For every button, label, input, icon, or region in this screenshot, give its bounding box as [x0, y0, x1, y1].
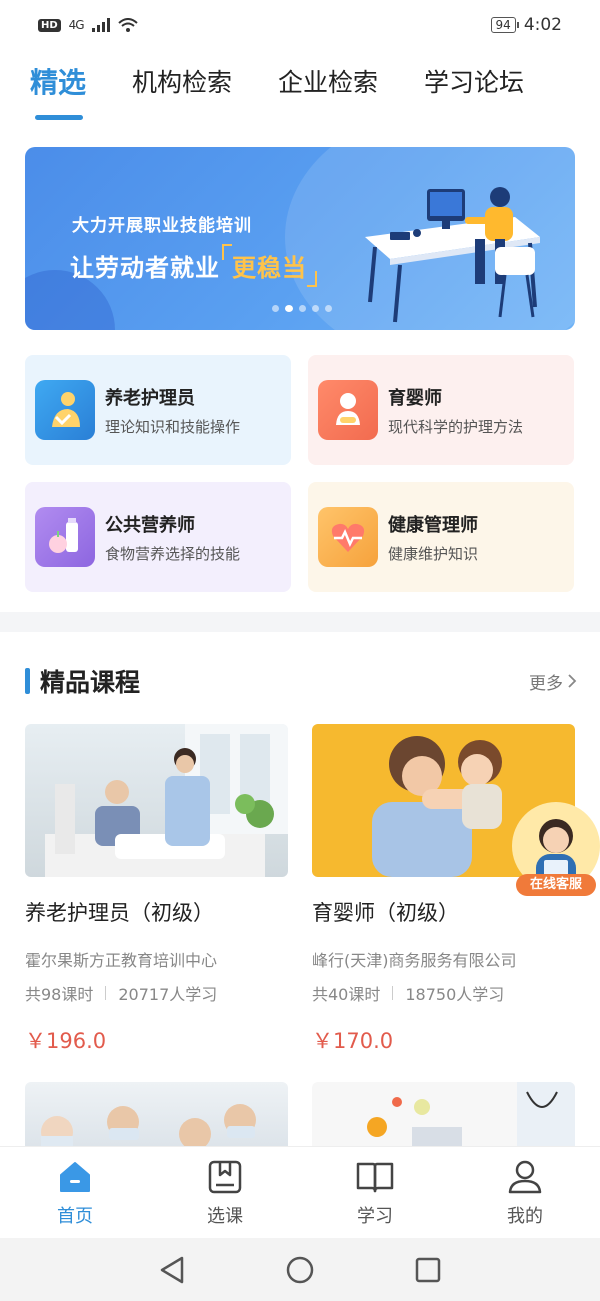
- system-nav-bar: [0, 1238, 600, 1301]
- section-title: 精品课程: [40, 668, 141, 697]
- category-title: 公共营养师: [105, 514, 195, 536]
- course-learners: 18750人学习: [405, 985, 505, 1004]
- worker-at-desk-illustration: [365, 187, 540, 323]
- status-left: HD 4G: [38, 18, 138, 32]
- course-price: ￥196.0: [25, 1029, 107, 1053]
- nutrition-icon: [35, 507, 95, 567]
- course-image-partial[interactable]: [312, 1082, 575, 1146]
- top-tabs: 精选 机构检索 企业检索 学习论坛: [30, 58, 524, 124]
- back-triangle-icon[interactable]: [152, 1250, 192, 1290]
- course-learners: 20717人学习: [118, 985, 218, 1004]
- home-icon: [56, 1158, 94, 1196]
- promo-banner[interactable]: 大力开展职业技能培训 让劳动者就业 更稳当: [25, 147, 575, 330]
- course-meta: 共98课时 20717人学习: [25, 981, 288, 1005]
- category-health-manager[interactable]: 健康管理师 健康维护知识: [308, 482, 574, 592]
- elder-care-icon: [35, 380, 95, 440]
- course-title: 育婴师（初级）: [312, 901, 459, 925]
- category-title: 养老护理员: [105, 387, 195, 409]
- banner-pagination: [272, 305, 332, 312]
- tab-featured[interactable]: 精选: [30, 58, 86, 120]
- course-hours: 共40课时: [312, 985, 381, 1004]
- category-elder-care[interactable]: 养老护理员 理论知识和技能操作: [25, 355, 291, 465]
- nav-label: 首页: [57, 1205, 93, 1227]
- nav-home[interactable]: 首页: [0, 1147, 150, 1238]
- wifi-icon: [117, 18, 138, 32]
- category-text: 健康管理师 健康维护知识: [388, 511, 478, 564]
- signal-icon: [91, 18, 110, 32]
- course-image-partial[interactable]: [25, 1082, 288, 1146]
- meta-divider: [392, 986, 394, 1000]
- category-nanny[interactable]: 育婴师 现代科学的护理方法: [308, 355, 574, 465]
- more-link[interactable]: 更多: [529, 669, 577, 694]
- section-divider: [0, 612, 600, 632]
- course-card[interactable]: 养老护理员（初级） 霍尔果斯方正教育培训中心 共98课时 20717人学习 ￥1…: [25, 724, 288, 1055]
- online-service-button[interactable]: 在线客服: [512, 802, 600, 896]
- course-title: 养老护理员（初级）: [25, 901, 214, 925]
- home-circle-icon[interactable]: [280, 1250, 320, 1290]
- nav-study[interactable]: 学习: [300, 1147, 450, 1238]
- category-nutritionist[interactable]: 公共营养师 食物营养选择的技能: [25, 482, 291, 592]
- section-accent-bar: [25, 668, 30, 694]
- user-icon: [506, 1158, 544, 1196]
- status-right: 94 4:02: [490, 15, 562, 35]
- course-price: ￥170.0: [312, 1029, 394, 1053]
- category-desc: 理论知识和技能操作: [105, 417, 241, 436]
- service-label: 在线客服: [516, 874, 596, 896]
- category-desc: 食物营养选择的技能: [105, 544, 241, 563]
- banner-headline-highlight: 更稳当: [222, 244, 317, 287]
- status-bar: HD 4G 94 4:02: [0, 0, 600, 50]
- bottom-nav: 首页 选课 学习 我的: [0, 1146, 600, 1238]
- nav-label: 选课: [207, 1205, 243, 1227]
- category-title: 育婴师: [388, 387, 442, 409]
- more-label: 更多: [529, 673, 563, 694]
- pagination-dot[interactable]: [299, 305, 306, 312]
- open-book-icon: [356, 1158, 394, 1196]
- banner-headline-prefix: 让劳动者就业: [70, 254, 220, 282]
- clock: 4:02: [523, 15, 562, 35]
- course-hours: 共98课时: [25, 985, 94, 1004]
- pagination-dot-active[interactable]: [285, 305, 293, 312]
- tab-institution-search[interactable]: 机构检索: [132, 58, 232, 108]
- nav-label: 我的: [507, 1205, 543, 1227]
- hd-icon: HD: [38, 18, 61, 32]
- tab-learning-forum[interactable]: 学习论坛: [424, 58, 524, 108]
- section-title-wrap: 精品课程: [25, 663, 140, 699]
- category-desc: 现代科学的护理方法: [388, 417, 524, 436]
- pagination-dot[interactable]: [312, 305, 319, 312]
- banner-headline: 让劳动者就业 更稳当: [70, 244, 317, 287]
- category-text: 公共营养师 食物营养选择的技能: [105, 511, 240, 564]
- banner-subtitle: 大力开展职业技能培训: [72, 216, 252, 236]
- recents-square-icon[interactable]: [408, 1250, 448, 1290]
- course-organization: 峰行(天津)商务服务有限公司: [312, 951, 517, 970]
- battery-icon: 94: [490, 17, 520, 33]
- course-meta: 共40课时 18750人学习: [312, 981, 575, 1005]
- category-text: 养老护理员 理论知识和技能操作: [105, 384, 240, 437]
- course-organization: 霍尔果斯方正教育培训中心: [25, 951, 218, 970]
- book-select-icon: [206, 1158, 244, 1196]
- pagination-dot[interactable]: [325, 305, 332, 312]
- network-label: 4G: [68, 18, 85, 32]
- featured-courses-header: 精品课程 更多: [25, 663, 577, 699]
- nav-course-select[interactable]: 选课: [150, 1147, 300, 1238]
- nav-label: 学习: [357, 1205, 393, 1227]
- course-image-elder-care: [25, 724, 288, 877]
- chevron-right-icon: [568, 674, 577, 688]
- heart-pulse-icon: [318, 507, 378, 567]
- meta-divider: [105, 986, 107, 1000]
- category-desc: 健康维护知识: [388, 544, 479, 563]
- nav-profile[interactable]: 我的: [450, 1147, 600, 1238]
- category-text: 育婴师 现代科学的护理方法: [388, 384, 523, 437]
- tab-company-search[interactable]: 企业检索: [278, 58, 378, 108]
- category-title: 健康管理师: [388, 514, 478, 536]
- baby-icon: [318, 380, 378, 440]
- pagination-dot[interactable]: [272, 305, 279, 312]
